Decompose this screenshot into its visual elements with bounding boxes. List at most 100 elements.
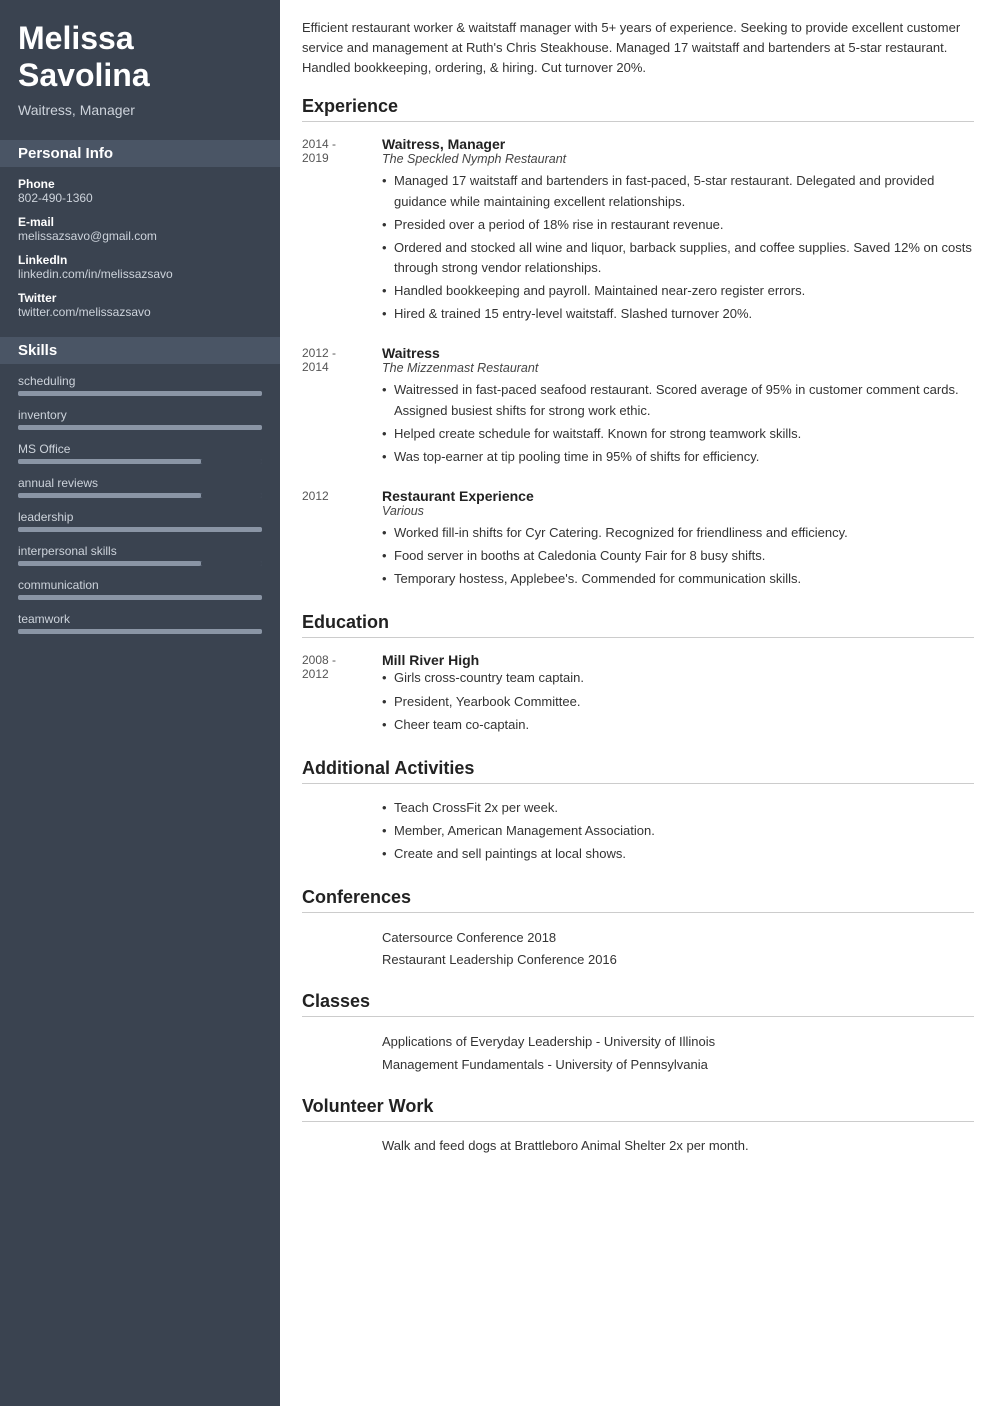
education-entry: 2008 - 2012Mill River HighGirls cross-co… — [302, 652, 974, 737]
skill-item: inventory — [18, 408, 262, 430]
conferences-title: Conferences — [302, 887, 974, 913]
skill-bar-dark — [201, 561, 262, 566]
skill-name: scheduling — [18, 374, 262, 388]
bullet-item: Helped create schedule for waitstaff. Kn… — [382, 424, 974, 444]
bullet-item: Managed 17 waitstaff and bartenders in f… — [382, 171, 974, 211]
skill-bar-bg — [18, 527, 262, 532]
main-content: Efficient restaurant worker & waitstaff … — [280, 0, 996, 1406]
skill-bar-dark — [201, 459, 262, 464]
volunteer-text: Walk and feed dogs at Brattleboro Animal… — [382, 1136, 974, 1156]
edu-date: 2008 - 2012 — [302, 652, 382, 737]
skill-bar-fill — [18, 561, 201, 566]
skill-item: annual reviews — [18, 476, 262, 498]
skill-item: teamwork — [18, 612, 262, 634]
education-title: Education — [302, 612, 974, 638]
bullet-item: Hired & trained 15 entry-level waitstaff… — [382, 304, 974, 324]
bullet-item: Worked fill-in shifts for Cyr Catering. … — [382, 523, 974, 543]
bullet-item: Girls cross-country team captain. — [382, 668, 974, 688]
personal-info-block: Phone 802-490-1360 E-mail melissazsavo@g… — [18, 177, 262, 319]
skill-item: leadership — [18, 510, 262, 532]
skill-name: leadership — [18, 510, 262, 524]
entry-bullets: Waitressed in fast-paced seafood restaur… — [382, 380, 974, 467]
conference-item: Catersource Conference 2018 — [382, 927, 974, 949]
experience-entry: 2012 - 2014WaitressThe Mizzenmast Restau… — [302, 345, 974, 470]
skill-bar-bg — [18, 391, 262, 396]
bullet-item: Handled bookkeeping and payroll. Maintai… — [382, 281, 974, 301]
edu-bullets: Girls cross-country team captain. Preside… — [382, 668, 974, 734]
entry-bullets: Worked fill-in shifts for Cyr Catering. … — [382, 523, 974, 589]
entry-body: Waitress, ManagerThe Speckled Nymph Rest… — [382, 136, 974, 327]
skill-name: teamwork — [18, 612, 262, 626]
experience-entry: 2014 - 2019Waitress, ManagerThe Speckled… — [302, 136, 974, 327]
personal-info-section-title: Personal Info — [0, 140, 280, 167]
skill-bar-fill — [18, 595, 262, 600]
entry-body: Restaurant ExperienceVarious Worked fill-… — [382, 488, 974, 592]
email-value: melissazsavo@gmail.com — [18, 229, 262, 243]
twitter-value: twitter.com/melissazsavo — [18, 305, 262, 319]
skill-name: MS Office — [18, 442, 262, 456]
activity-item: Create and sell paintings at local shows… — [382, 844, 655, 864]
bullet-item: Ordered and stocked all wine and liquor,… — [382, 238, 974, 278]
skill-bar-fill — [18, 459, 201, 464]
skill-item: interpersonal skills — [18, 544, 262, 566]
skill-bar-fill — [18, 425, 262, 430]
bullet-item: Cheer team co-captain. — [382, 715, 974, 735]
edu-body: Mill River HighGirls cross-country team … — [382, 652, 974, 737]
activities-title: Additional Activities — [302, 758, 974, 784]
bullet-item: Was top-earner at tip pooling time in 95… — [382, 447, 974, 467]
entry-bullets: Managed 17 waitstaff and bartenders in f… — [382, 171, 974, 324]
activities-list: Teach CrossFit 2x per week. Member, Ameri… — [382, 798, 655, 867]
candidate-title: Waitress, Manager — [18, 102, 262, 118]
skill-name: inventory — [18, 408, 262, 422]
summary: Efficient restaurant worker & waitstaff … — [302, 18, 974, 78]
sidebar: MelissaSavolina Waitress, Manager Person… — [0, 0, 280, 1406]
school-name: Mill River High — [382, 652, 974, 668]
skill-bar-bg — [18, 595, 262, 600]
skill-name: annual reviews — [18, 476, 262, 490]
entry-job-title: Restaurant Experience — [382, 488, 974, 504]
class-item: Applications of Everyday Leadership - Un… — [382, 1031, 974, 1053]
activities-entry: Teach CrossFit 2x per week. Member, Ameri… — [302, 798, 974, 867]
skill-bar-fill — [18, 629, 262, 634]
experience-entry: 2012Restaurant ExperienceVarious Worked f… — [302, 488, 974, 592]
entry-date: 2012 - 2014 — [302, 345, 382, 470]
conference-item: Restaurant Leadership Conference 2016 — [382, 949, 974, 971]
skill-bar-bg — [18, 561, 262, 566]
entry-date: 2014 - 2019 — [302, 136, 382, 327]
bullet-item: Presided over a period of 18% rise in re… — [382, 215, 974, 235]
phone-label: Phone — [18, 177, 262, 191]
skill-name: interpersonal skills — [18, 544, 262, 558]
bullet-item: President, Yearbook Committee. — [382, 692, 974, 712]
entry-job-title: Waitress, Manager — [382, 136, 974, 152]
candidate-name: MelissaSavolina — [18, 20, 262, 94]
experience-section: Experience 2014 - 2019Waitress, ManagerT… — [302, 96, 974, 592]
activities-section: Additional Activities Teach CrossFit 2x … — [302, 758, 974, 867]
linkedin-label: LinkedIn — [18, 253, 262, 267]
activity-item: Member, American Management Association. — [382, 821, 655, 841]
skill-bar-bg — [18, 493, 262, 498]
skill-bar-bg — [18, 425, 262, 430]
classes-section: Classes Applications of Everyday Leaders… — [302, 991, 974, 1075]
conferences-section: Conferences Catersource Conference 2018R… — [302, 887, 974, 971]
bullet-item: Waitressed in fast-paced seafood restaur… — [382, 380, 974, 420]
twitter-label: Twitter — [18, 291, 262, 305]
skill-bar-bg — [18, 629, 262, 634]
entry-company: Various — [382, 504, 974, 518]
bullet-item: Temporary hostess, Applebee's. Commended… — [382, 569, 974, 589]
activity-item: Teach CrossFit 2x per week. — [382, 798, 655, 818]
entry-body: WaitressThe Mizzenmast Restaurant Waitres… — [382, 345, 974, 470]
bullet-item: Food server in booths at Caledonia Count… — [382, 546, 974, 566]
entry-date: 2012 — [302, 488, 382, 592]
volunteer-section: Volunteer Work Walk and feed dogs at Bra… — [302, 1096, 974, 1156]
conferences-list: Catersource Conference 2018Restaurant Le… — [382, 927, 974, 971]
class-item: Management Fundamentals - University of … — [382, 1054, 974, 1076]
skill-name: communication — [18, 578, 262, 592]
skills-section-title: Skills — [0, 337, 280, 364]
email-label: E-mail — [18, 215, 262, 229]
phone-value: 802-490-1360 — [18, 191, 262, 205]
skill-item: MS Office — [18, 442, 262, 464]
entry-job-title: Waitress — [382, 345, 974, 361]
linkedin-value: linkedin.com/in/melissazsavo — [18, 267, 262, 281]
skill-bar-fill — [18, 391, 262, 396]
entry-company: The Mizzenmast Restaurant — [382, 361, 974, 375]
